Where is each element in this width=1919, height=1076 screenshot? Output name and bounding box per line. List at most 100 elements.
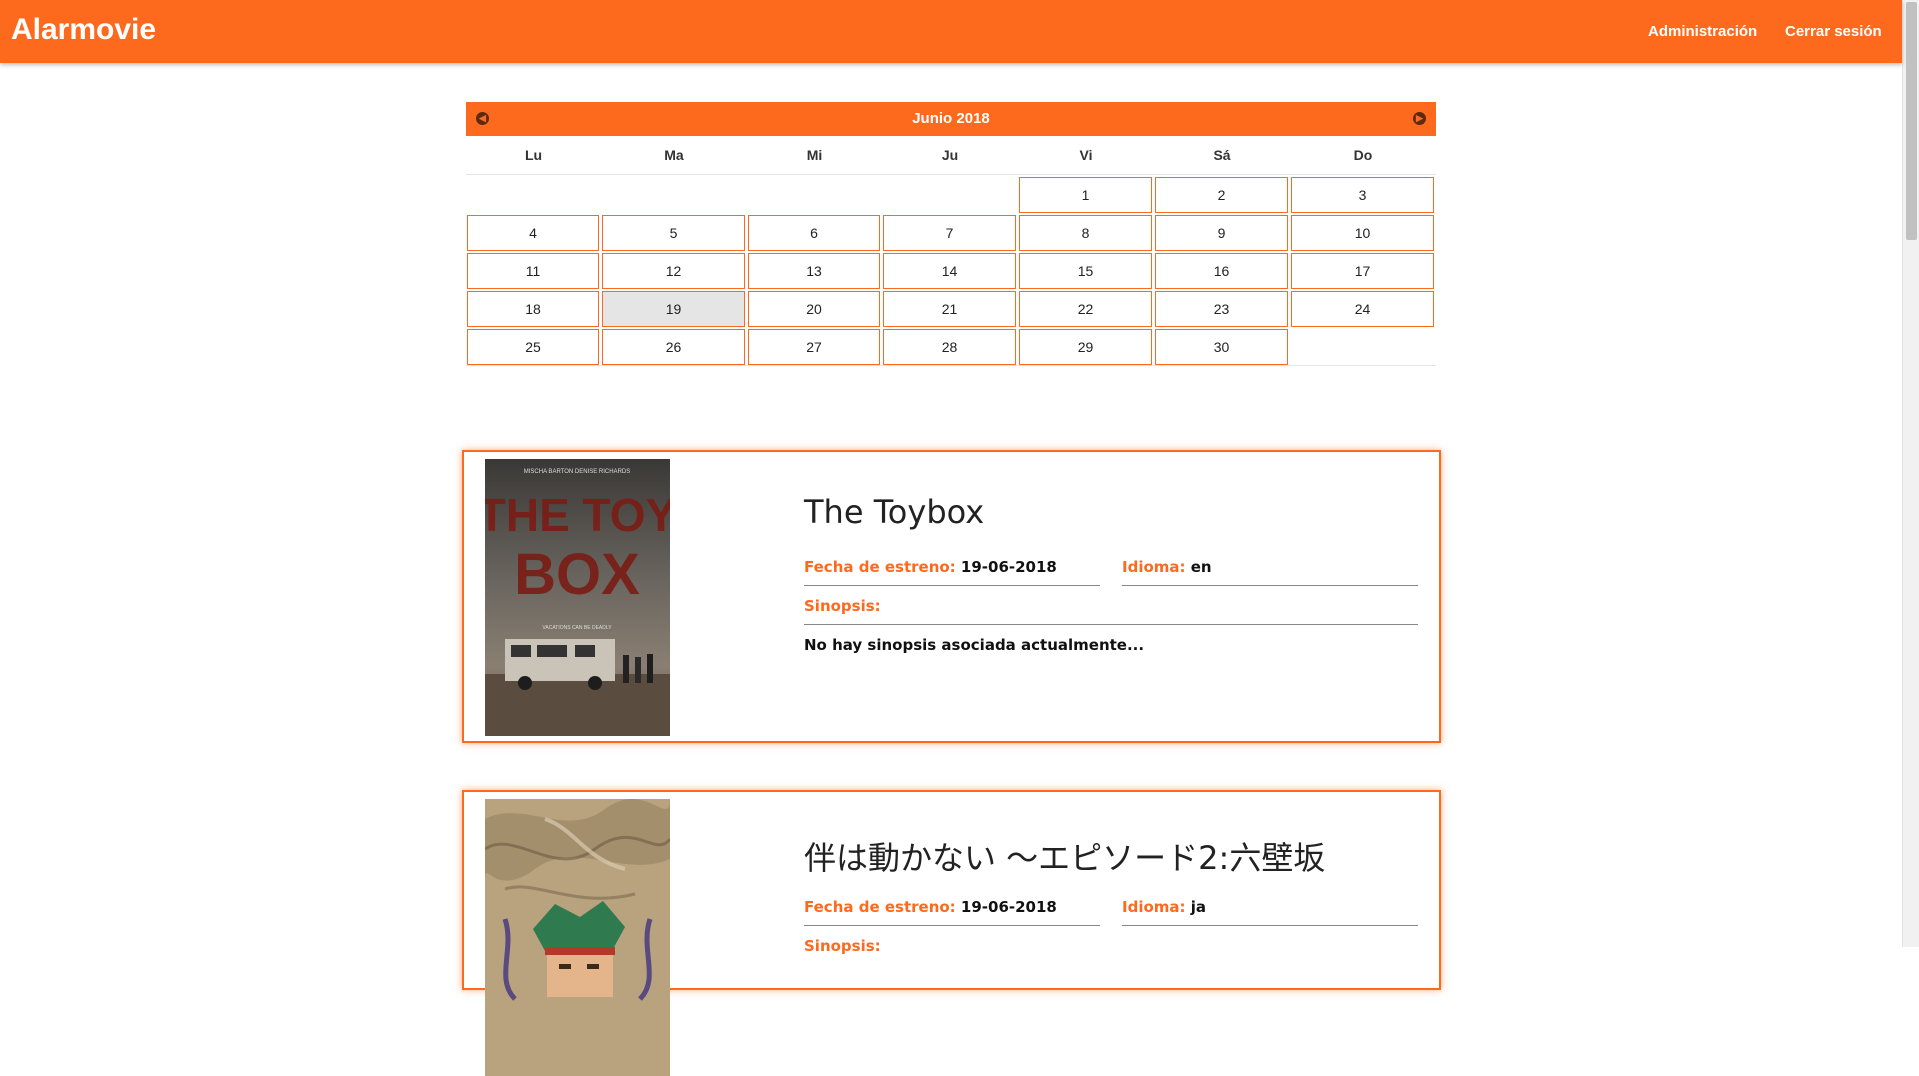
- calendar-day[interactable]: 22: [1019, 291, 1152, 327]
- brand-logo[interactable]: Alarmovie: [11, 13, 156, 47]
- calendar-days: 1 2 3 4 5 6 7 8 9 10 11 12 13 14 15 16 17 18 19 20 21 22 23 24 2…: [466, 175, 1436, 365]
- calendar-cell: 27: [747, 327, 882, 365]
- calendar-day[interactable]: 21: [883, 291, 1016, 327]
- calendar-day[interactable]: 12: [602, 253, 745, 289]
- calendar-cell: 10: [1290, 213, 1436, 251]
- language-value: en: [1190, 558, 1212, 576]
- calendar-cell: 1: [1018, 175, 1154, 213]
- release-date-field: Fecha de estreno: 19-06-2018: [804, 558, 1057, 576]
- calendar-day[interactable]: 17: [1291, 253, 1434, 289]
- calendar-weekday: Lu: [466, 136, 601, 175]
- calendar-cell: [466, 175, 601, 213]
- calendar-weekday: Do: [1290, 136, 1436, 175]
- synopsis-label: Sinopsis:: [804, 597, 881, 615]
- chevron-right-icon[interactable]: ▶: [1413, 112, 1426, 125]
- calendar-cell: 30: [1154, 327, 1290, 365]
- language-label: Idioma:: [1122, 558, 1186, 576]
- calendar-day[interactable]: 20: [748, 291, 880, 327]
- calendar-cell: 22: [1018, 289, 1154, 327]
- calendar-cell: [601, 175, 747, 213]
- calendar-day[interactable]: 2: [1155, 177, 1288, 213]
- calendar-day[interactable]: 9: [1155, 215, 1288, 251]
- calendar-day[interactable]: 19: [602, 291, 745, 327]
- movie-title: 伴は動かない ～エピソード2:六壁坂: [804, 839, 1326, 877]
- calendar-day[interactable]: 6: [748, 215, 880, 251]
- calendar-day[interactable]: 4: [467, 215, 599, 251]
- calendar-cell: 12: [601, 251, 747, 289]
- synopsis-field: Sinopsis:: [804, 937, 881, 955]
- calendar-day[interactable]: 3: [1291, 177, 1434, 213]
- calendar-day[interactable]: 10: [1291, 215, 1434, 251]
- calendar-day[interactable]: 18: [467, 291, 599, 327]
- poster-title-line2: BOX: [514, 542, 640, 607]
- synopsis-field: Sinopsis:: [804, 597, 881, 615]
- calendar-day[interactable]: 24: [1291, 291, 1434, 327]
- calendar-day[interactable]: 30: [1155, 329, 1288, 365]
- calendar-cell: 23: [1154, 289, 1290, 327]
- calendar-day[interactable]: 15: [1019, 253, 1152, 289]
- calendar-day[interactable]: 28: [883, 329, 1016, 365]
- calendar-day[interactable]: 5: [602, 215, 745, 251]
- synopsis-label: Sinopsis:: [804, 937, 881, 955]
- calendar-weekday: Ju: [882, 136, 1018, 175]
- language-value: ja: [1190, 898, 1207, 916]
- calendar-weekday: Mi: [747, 136, 882, 175]
- calendar-cell: 28: [882, 327, 1018, 365]
- release-date-value: 19-06-2018: [960, 898, 1057, 916]
- calendar-cell: 29: [1018, 327, 1154, 365]
- calendar-cell: 20: [747, 289, 882, 327]
- calendar-cell: 5: [601, 213, 747, 251]
- calendar-cell: 14: [882, 251, 1018, 289]
- calendar-cell: [747, 175, 882, 213]
- calendar-day[interactable]: 13: [748, 253, 880, 289]
- calendar-day[interactable]: 26: [602, 329, 745, 365]
- calendar-weekday-row: Lu Ma Mi Ju Vi Sá Do: [466, 136, 1436, 175]
- calendar-weekday: Sá: [1154, 136, 1290, 175]
- calendar-day[interactable]: 8: [1019, 215, 1152, 251]
- calendar-cell: 6: [747, 213, 882, 251]
- movie-poster[interactable]: MISCHA BARTON DENISE RICHARDS THE TOY BO…: [485, 459, 670, 736]
- calendar-cell: 19: [601, 289, 747, 327]
- calendar-month-label: Junio 2018: [912, 110, 990, 127]
- calendar-cell: 24: [1290, 289, 1436, 327]
- calendar-weekday: Ma: [601, 136, 747, 175]
- release-date-label: Fecha de estreno:: [804, 558, 956, 576]
- movie-card: MISCHA BARTON DENISE RICHARDS THE TOY BO…: [462, 450, 1441, 743]
- poster-tagline: VACATIONS CAN BE DEADLY: [542, 625, 612, 631]
- calendar-cell: 7: [882, 213, 1018, 251]
- calendar-cell: 18: [466, 289, 601, 327]
- calendar-cell: 17: [1290, 251, 1436, 289]
- calendar-weekday: Vi: [1018, 136, 1154, 175]
- poster-cast: MISCHA BARTON DENISE RICHARDS: [524, 469, 630, 475]
- release-date-label: Fecha de estreno:: [804, 898, 956, 916]
- calendar-day[interactable]: 7: [883, 215, 1016, 251]
- calendar-day[interactable]: 1: [1019, 177, 1152, 213]
- release-date-value: 19-06-2018: [960, 558, 1057, 576]
- calendar-cell: 26: [601, 327, 747, 365]
- movie-poster[interactable]: [485, 799, 670, 1076]
- calendar-day[interactable]: 27: [748, 329, 880, 365]
- calendar-day[interactable]: 23: [1155, 291, 1288, 327]
- nav-admin-link[interactable]: Administración: [1648, 23, 1757, 40]
- calendar-day[interactable]: 25: [467, 329, 599, 365]
- nav-logout-link[interactable]: Cerrar sesión: [1785, 23, 1882, 40]
- calendar-day[interactable]: 14: [883, 253, 1016, 289]
- calendar: ◀ Junio 2018 ▶ Lu Ma Mi Ju Vi Sá Do 1234567891…: [466, 102, 1436, 366]
- calendar-cell: 15: [1018, 251, 1154, 289]
- page-scrollbar[interactable]: [1902, 0, 1919, 947]
- scrollbar-thumb[interactable]: [1906, 2, 1917, 240]
- calendar-day[interactable]: 16: [1155, 253, 1288, 289]
- calendar-day[interactable]: 11: [467, 253, 599, 289]
- chevron-left-icon[interactable]: ◀: [476, 112, 489, 125]
- language-label: Idioma:: [1122, 898, 1186, 916]
- calendar-day[interactable]: 29: [1019, 329, 1152, 365]
- calendar-cell: 11: [466, 251, 601, 289]
- calendar-week-row: 25 26 27 28 29 30: [466, 327, 1436, 365]
- calendar-week-row: 123: [466, 175, 1436, 213]
- calendar-cell: [882, 175, 1018, 213]
- release-date-field: Fecha de estreno: 19-06-2018: [804, 898, 1057, 916]
- synopsis-text: No hay sinopsis asociada actualmente...: [804, 636, 1145, 654]
- toybox-poster-image: MISCHA BARTON DENISE RICHARDS THE TOY BO…: [485, 459, 670, 736]
- calendar-cell: 9: [1154, 213, 1290, 251]
- calendar-cell: 25: [466, 327, 601, 365]
